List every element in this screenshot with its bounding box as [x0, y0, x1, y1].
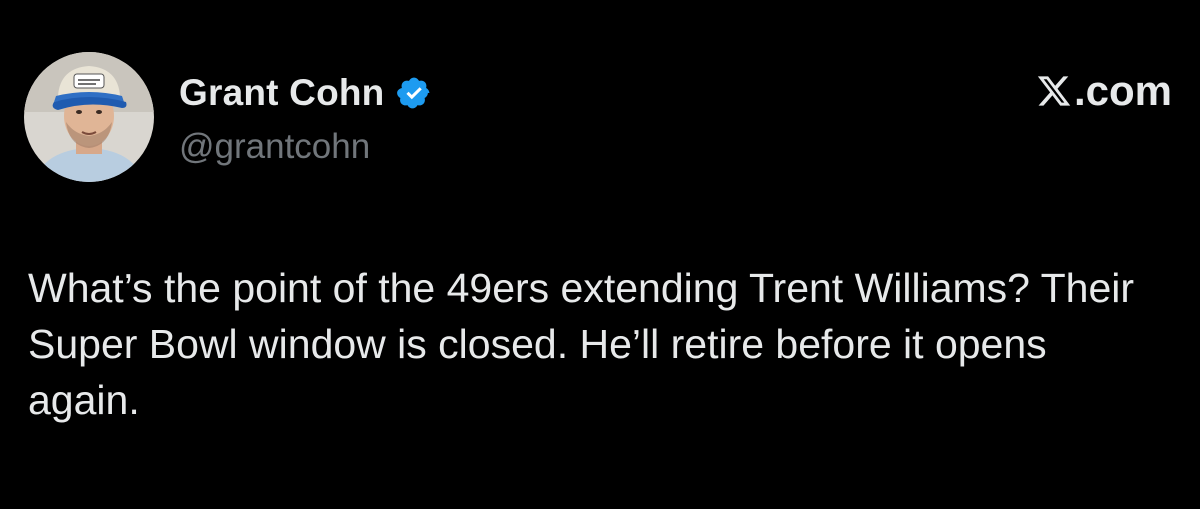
avatar[interactable] — [24, 52, 154, 182]
tweet-text: What’s the point of the 49ers extending … — [28, 265, 1135, 423]
brand-domain-text: .com — [1073, 67, 1172, 114]
verified-badge-icon — [396, 75, 432, 111]
avatar-image — [24, 52, 154, 182]
x-com-brand: .com — [1035, 67, 1172, 114]
tweet-card: Grant Cohn @grantcohn .com What’s the po… — [0, 0, 1200, 509]
author-name-row: Grant Cohn — [179, 70, 432, 116]
author-display-name[interactable]: Grant Cohn — [179, 72, 384, 114]
x-logo-icon — [1035, 73, 1073, 109]
author-handle[interactable]: @grantcohn — [179, 127, 370, 167]
